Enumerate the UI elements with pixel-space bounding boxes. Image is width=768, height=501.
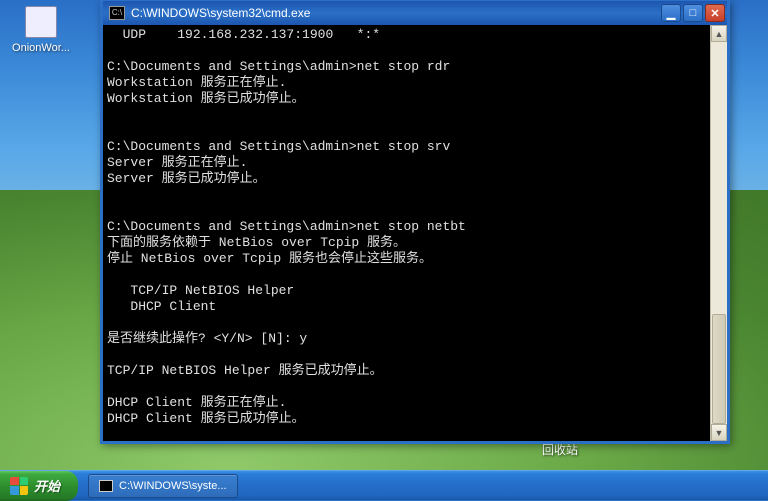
maximize-button[interactable]: □ xyxy=(683,4,703,22)
desktop-icon-label: OnionWor... xyxy=(6,42,76,54)
window-title: C:\WINDOWS\system32\cmd.exe xyxy=(131,6,310,20)
chevron-down-icon: ▼ xyxy=(715,428,724,438)
minimize-icon: ▁ xyxy=(667,7,675,20)
taskbar-item-cmd[interactable]: C:\WINDOWS\syste... xyxy=(88,474,238,498)
scroll-thumb[interactable] xyxy=(712,314,726,424)
cmd-app-icon: C:\ xyxy=(109,6,125,20)
desktop-icon-onionwor[interactable]: OnionWor... xyxy=(6,6,76,54)
start-label: 开始 xyxy=(34,476,60,495)
taskbar: 开始 C:\WINDOWS\syste... xyxy=(0,470,768,500)
chevron-up-icon: ▲ xyxy=(715,29,724,39)
maximize-icon: □ xyxy=(690,7,697,19)
windows-logo-icon xyxy=(10,477,28,495)
close-icon: ✕ xyxy=(710,7,719,20)
console-output[interactable]: UDP 192.168.232.137:1900 *:* C:\Document… xyxy=(103,25,710,441)
taskbar-item-label: C:\WINDOWS\syste... xyxy=(119,480,227,492)
scroll-down-button[interactable]: ▼ xyxy=(711,424,727,441)
titlebar[interactable]: C:\ C:\WINDOWS\system32\cmd.exe ▁ □ ✕ xyxy=(103,1,727,25)
vertical-scrollbar[interactable]: ▲ ▼ xyxy=(710,25,727,441)
start-button[interactable]: 开始 xyxy=(0,471,78,501)
close-button[interactable]: ✕ xyxy=(705,4,725,22)
scroll-track[interactable] xyxy=(711,42,727,424)
app-icon xyxy=(25,6,57,38)
scroll-up-button[interactable]: ▲ xyxy=(711,25,727,42)
cmd-window: C:\ C:\WINDOWS\system32\cmd.exe ▁ □ ✕ UD… xyxy=(100,0,730,444)
minimize-button[interactable]: ▁ xyxy=(661,4,681,22)
cmd-taskbar-icon xyxy=(99,480,113,492)
